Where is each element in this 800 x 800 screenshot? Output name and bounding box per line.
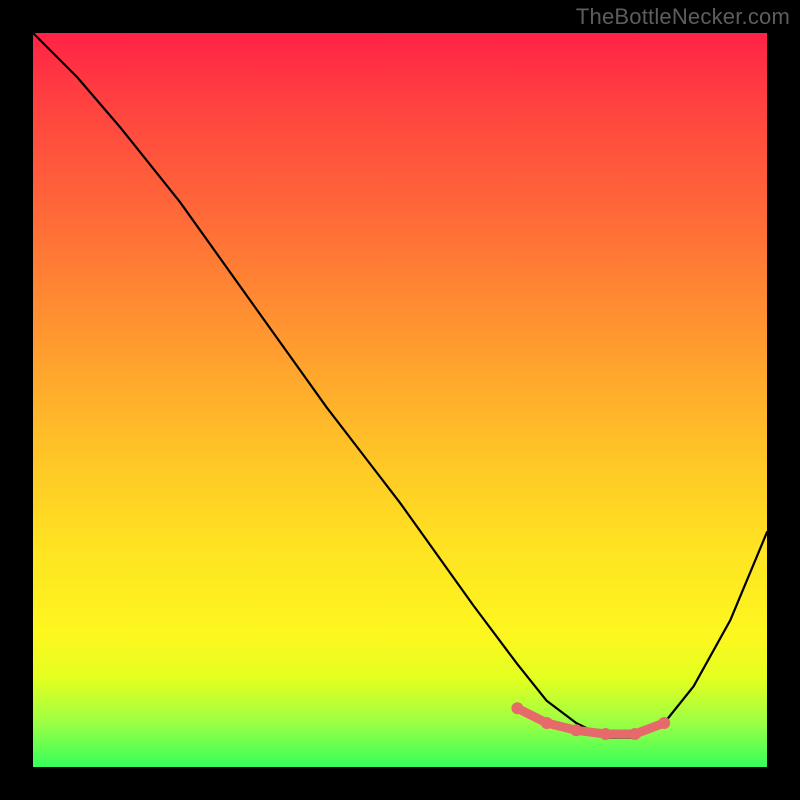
marker-dot: [600, 728, 612, 740]
marker-dot: [511, 702, 523, 714]
plot-area: [33, 33, 767, 767]
optimal-range-highlight: [517, 708, 664, 734]
marker-dot: [570, 724, 582, 736]
marker-dot: [541, 717, 553, 729]
chart-container: TheBottleNecker.com: [0, 0, 800, 800]
bottleneck-curve-line: [33, 33, 767, 738]
marker-dot: [629, 728, 641, 740]
marker-dot: [658, 717, 670, 729]
watermark-label: TheBottleNecker.com: [576, 4, 790, 30]
chart-svg: [33, 33, 767, 767]
